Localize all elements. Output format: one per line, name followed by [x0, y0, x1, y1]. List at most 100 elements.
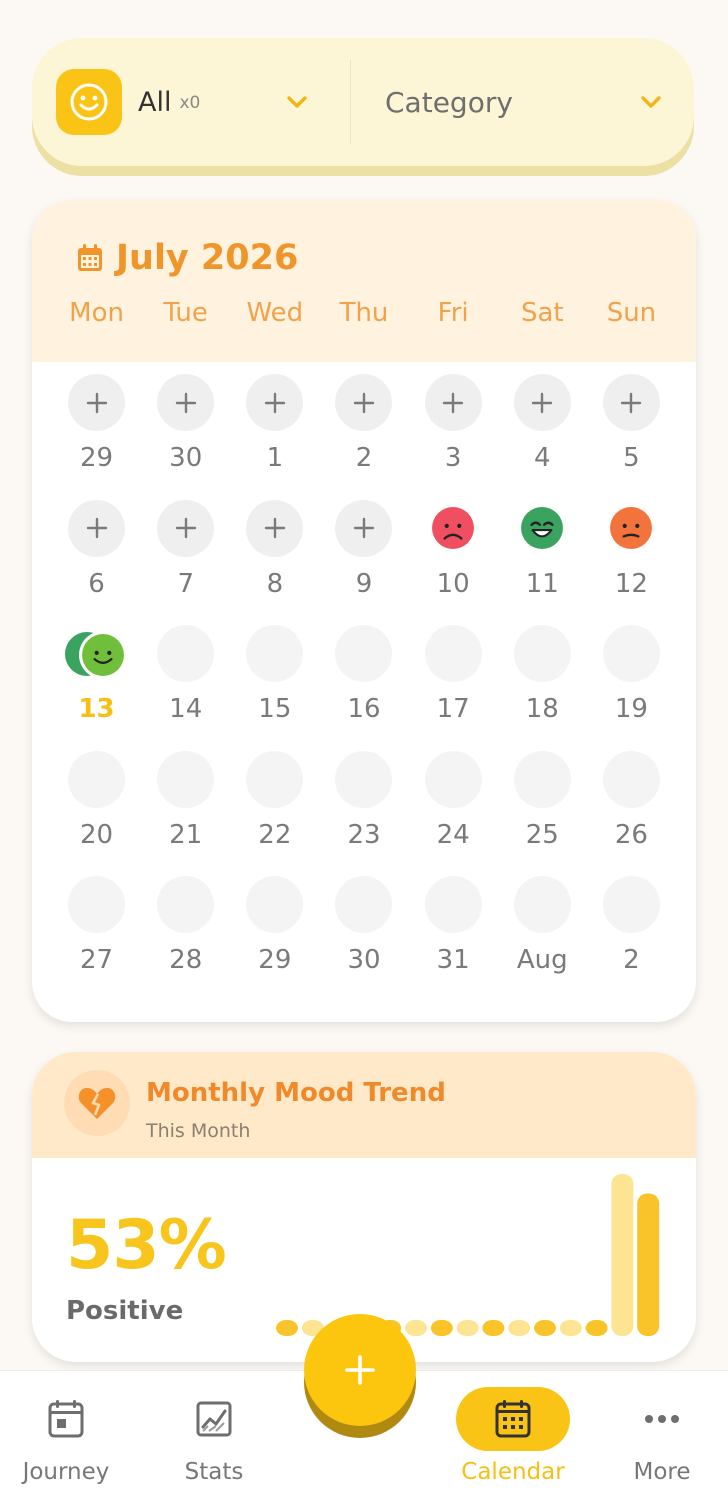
calendar-day[interactable]: 9	[319, 499, 408, 626]
day-number: 9	[355, 568, 373, 599]
empty-day-circle	[246, 750, 304, 808]
mood-filter-count: x0	[179, 93, 201, 113]
calendar-day[interactable]: 22	[230, 750, 319, 877]
empty-day-circle	[246, 876, 304, 933]
trend-bar	[430, 1320, 453, 1336]
calendar-day[interactable]: 10	[409, 500, 498, 626]
calendar-day[interactable]: 15	[230, 625, 319, 751]
calendar-header: July 2026 Mon Tue Wed Thu Fri Sat Sun	[32, 200, 696, 362]
calendar-day[interactable]: 11	[498, 500, 587, 626]
calendar-day[interactable]: 8	[230, 499, 319, 626]
weekday-row: Mon Tue Wed Thu Fri Sat Sun	[52, 298, 676, 328]
day-number: Aug	[516, 945, 568, 975]
calendar-day[interactable]: 18	[498, 625, 587, 751]
day-number: 30	[347, 945, 381, 975]
plus-icon	[68, 499, 126, 557]
weekday-label: Wed	[246, 298, 304, 328]
smiley-icon	[56, 69, 122, 135]
calendar-day[interactable]: 20	[52, 750, 141, 877]
happy-face-icon	[65, 625, 128, 682]
calendar-day[interactable]: 26	[587, 750, 676, 877]
empty-day-circle	[424, 876, 482, 933]
day-number: 26	[614, 819, 648, 850]
trend-bar	[482, 1320, 505, 1336]
day-number: 7	[177, 568, 194, 599]
nav-label: Calendar	[461, 1459, 565, 1485]
more-icon	[645, 1415, 679, 1423]
day-number: 14	[169, 694, 203, 724]
add-entry-button[interactable]	[304, 1314, 416, 1426]
calendar-day[interactable]: 4	[498, 374, 587, 500]
category-filter[interactable]: Category	[351, 86, 694, 119]
calendar-day[interactable]: Aug	[498, 876, 587, 1002]
calendar-day[interactable]: 24	[409, 750, 498, 877]
day-number: 21	[169, 819, 203, 850]
category-filter-label: Category	[385, 85, 513, 119]
chevron-down-icon	[287, 96, 307, 108]
calendar-day[interactable]: 3	[409, 374, 498, 500]
weekday-label: Fri	[437, 298, 469, 328]
calendar-day[interactable]: 30	[319, 876, 408, 1002]
nav-journey[interactable]: Journey	[14, 1371, 118, 1492]
meh-face-icon	[603, 500, 660, 557]
trend-bar	[508, 1320, 531, 1336]
positive-label: Positive	[66, 1296, 184, 1326]
calendar-day[interactable]: 7	[141, 499, 230, 626]
plus-icon	[602, 374, 660, 431]
calendar-day[interactable]: 27	[52, 876, 141, 1002]
calendar-day[interactable]: 28	[141, 876, 230, 1002]
empty-day-circle	[602, 750, 660, 808]
mood-filter-label: All	[138, 86, 172, 118]
journey-icon	[48, 1400, 84, 1438]
trend-bar	[559, 1320, 582, 1336]
day-number: 8	[266, 568, 284, 599]
plus-icon	[246, 499, 304, 557]
day-number: 5	[623, 443, 640, 473]
broken-heart-icon	[64, 1070, 130, 1136]
day-number: 13	[78, 694, 115, 724]
calendar-title[interactable]: July 2026	[76, 238, 298, 278]
calendar-day[interactable]: 19	[587, 625, 676, 751]
calendar-day[interactable]: 2	[587, 876, 676, 1002]
calendar-day[interactable]: 23	[319, 750, 408, 877]
sad-face-icon	[425, 500, 482, 557]
trend-bar	[456, 1320, 479, 1336]
plus-icon	[513, 374, 571, 431]
calendar-day[interactable]: 1	[230, 374, 319, 500]
empty-day-circle	[246, 625, 304, 682]
day-number: 3	[444, 443, 462, 473]
calendar-day[interactable]: 17	[409, 625, 498, 751]
calendar-card: July 2026 Mon Tue Wed Thu Fri Sat Sun 29 30 1 2 3 4…	[32, 200, 696, 1022]
stats-icon	[196, 1401, 232, 1437]
calendar-day[interactable]: 31	[409, 876, 498, 1002]
calendar-day[interactable]: 2	[319, 374, 408, 500]
calendar-day[interactable]: 16	[319, 625, 408, 751]
plus-icon	[345, 1355, 375, 1385]
calendar-day[interactable]: 21	[141, 750, 230, 877]
empty-day-circle	[513, 625, 571, 682]
calendar-day[interactable]: 12	[587, 500, 676, 626]
calendar-day[interactable]: 30	[141, 374, 230, 500]
calendar-day[interactable]: 29	[52, 374, 141, 500]
calendar-icon	[78, 244, 102, 271]
positive-percent: 53%	[66, 1206, 227, 1285]
trend-bar	[637, 1193, 660, 1336]
weekday-label: Sun	[606, 298, 657, 328]
nav-active-pill	[456, 1387, 570, 1451]
calendar-day[interactable]: 29	[230, 876, 319, 1002]
calendar-day[interactable]: 5	[587, 374, 676, 500]
calendar-day[interactable]: 25	[498, 750, 587, 877]
calendar-day[interactable]: 13	[52, 625, 141, 751]
nav-more[interactable]: More	[610, 1371, 714, 1492]
nav-label: Journey	[22, 1459, 110, 1485]
mood-filter[interactable]: All x0	[32, 69, 350, 135]
trend-bar	[534, 1320, 556, 1336]
mood-trend-chart	[276, 1174, 660, 1336]
calendar-day[interactable]: 6	[52, 499, 141, 626]
calendar-day[interactable]: 14	[141, 625, 230, 751]
nav-calendar[interactable]: Calendar	[444, 1371, 582, 1492]
trend-header: Monthly Mood Trend This Month	[32, 1052, 696, 1158]
plus-icon	[335, 499, 393, 557]
nav-stats[interactable]: Stats	[162, 1371, 266, 1492]
day-number: 25	[525, 819, 559, 850]
